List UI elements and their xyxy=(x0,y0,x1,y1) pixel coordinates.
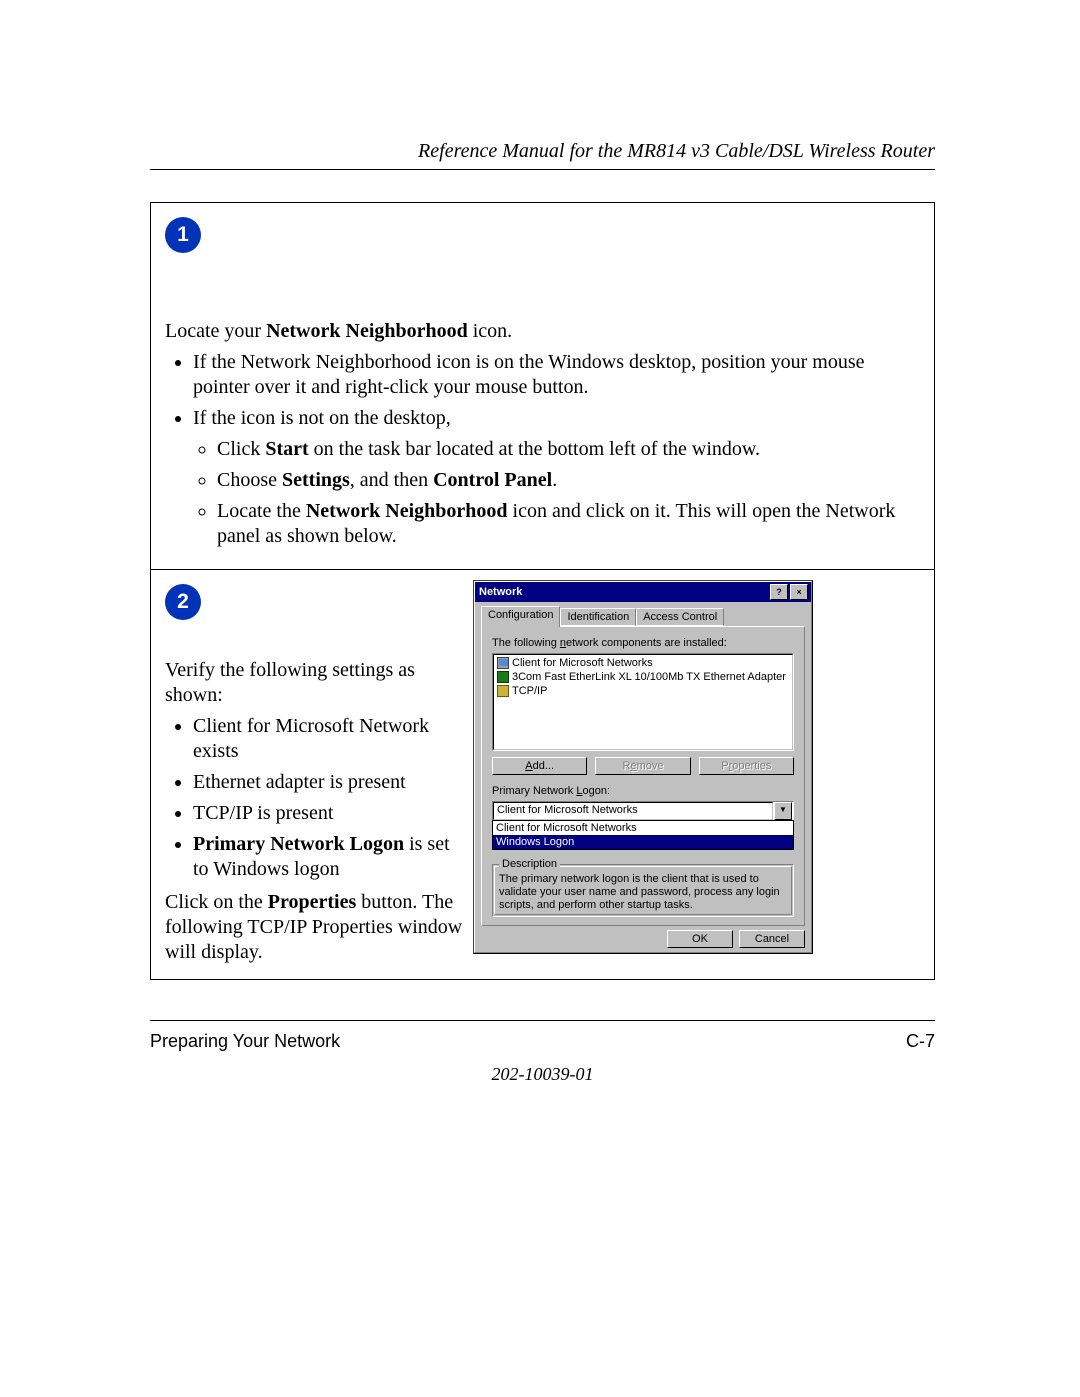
dialog-titlebar[interactable]: Network ? × xyxy=(475,582,811,602)
t-bold: Start xyxy=(265,438,308,460)
step-1-badge: 1 xyxy=(165,217,201,253)
page: Reference Manual for the MR814 v3 Cable/… xyxy=(0,0,1080,1397)
ok-button[interactable]: OK xyxy=(667,930,733,948)
configuration-panel: The following network components are ins… xyxy=(481,626,805,926)
t-bold: Settings xyxy=(282,469,350,491)
t: Choose xyxy=(217,469,282,491)
tab-access-control[interactable]: Access Control xyxy=(636,608,724,626)
list-item: Primary Network Logon is set to Windows … xyxy=(193,832,465,882)
t: Locate the xyxy=(217,500,306,522)
list-item: Choose Settings, and then Control Panel. xyxy=(217,468,920,493)
t: Client for Microsoft Networks xyxy=(512,656,653,670)
list-item: Client for Microsoft Network exists xyxy=(193,714,465,764)
running-header: Reference Manual for the MR814 v3 Cable/… xyxy=(150,140,935,163)
t: The following xyxy=(492,637,560,649)
t: , and then xyxy=(350,469,433,491)
footer-left: Preparing Your Network xyxy=(150,1031,340,1052)
list-item[interactable]: Client for Microsoft Networks xyxy=(495,656,791,670)
t-bold: Control Panel xyxy=(433,469,552,491)
t: dd... xyxy=(533,760,554,772)
dialog-title: Network xyxy=(479,586,522,598)
t-bold: Primary Network Logon xyxy=(193,833,404,855)
footer-right: C-7 xyxy=(906,1031,935,1052)
header-rule xyxy=(150,169,935,170)
step-2-cell: 2 Verify the following settings as shown… xyxy=(151,570,934,979)
network-dialog: Network ? × Configuration Identification… xyxy=(473,580,813,954)
step-2-verify-intro: Verify the following settings as shown: xyxy=(165,658,465,708)
adapter-icon xyxy=(497,671,509,683)
add-button[interactable]: Add... xyxy=(492,757,587,775)
dropdown-option[interactable]: Client for Microsoft Networks xyxy=(493,821,793,835)
t: Click on the xyxy=(165,891,268,913)
t-bold: Network Neighborhood xyxy=(266,320,468,342)
client-icon xyxy=(497,657,509,669)
t-bold: Properties xyxy=(268,891,357,913)
step-1-bullets: If the Network Neighborhood icon is on t… xyxy=(165,350,920,549)
list-item: TCP/IP is present xyxy=(193,801,465,826)
description-group: Description The primary network logon is… xyxy=(492,864,794,917)
step-2-bullets: Client for Microsoft Network exists Ethe… xyxy=(165,714,465,882)
primary-network-logon-combo[interactable]: Client for Microsoft Networks ▼ xyxy=(492,801,794,821)
combo-value: Client for Microsoft Networks xyxy=(493,802,773,820)
t: P xyxy=(721,760,728,772)
t-bold: Network Neighborhood xyxy=(306,500,508,522)
t: move xyxy=(637,760,664,772)
close-icon[interactable]: × xyxy=(790,584,808,600)
dialog-buttons: OK Cancel xyxy=(475,926,811,950)
description-legend: Description xyxy=(499,858,560,871)
list-item: Click Start on the task bar located at t… xyxy=(217,437,920,462)
t: icon. xyxy=(468,320,512,342)
description-text: The primary network logon is the client … xyxy=(499,873,787,912)
tab-identification[interactable]: Identification xyxy=(560,608,636,626)
list-item[interactable]: TCP/IP xyxy=(495,684,791,698)
document-number: 202-10039-01 xyxy=(150,1064,935,1085)
t: 3Com Fast EtherLink XL 10/100Mb TX Ether… xyxy=(512,670,786,684)
protocol-icon xyxy=(497,685,509,697)
chevron-down-icon[interactable]: ▼ xyxy=(774,802,792,820)
component-buttons: Add... Remove Properties xyxy=(492,757,794,775)
properties-button[interactable]: Properties xyxy=(699,757,794,775)
list-item: If the icon is not on the desktop, Click… xyxy=(193,406,920,549)
dropdown-option-selected[interactable]: Windows Logon xyxy=(493,835,793,849)
t: Locate your xyxy=(165,320,266,342)
list-item: Locate the Network Neighborhood icon and… xyxy=(217,499,920,549)
t: . xyxy=(552,469,557,491)
t: etwork components are installed: xyxy=(566,637,727,649)
list-item[interactable]: 3Com Fast EtherLink XL 10/100Mb TX Ether… xyxy=(495,670,791,684)
list-item: If the Network Neighborhood icon is on t… xyxy=(193,350,920,400)
combo-dropdown: Client for Microsoft Networks Windows Lo… xyxy=(492,820,794,850)
step-1-cell: 1 Locate your Network Neighborhood icon.… xyxy=(151,203,934,570)
t: TCP/IP xyxy=(512,684,547,698)
tab-row: Configuration Identification Access Cont… xyxy=(481,606,805,626)
primary-network-logon-label: Primary Network Logon: xyxy=(492,785,794,797)
t: ogon: xyxy=(582,785,610,797)
t: If the icon is not on the desktop, xyxy=(193,407,451,429)
step-2-click-text: Click on the Properties button. The foll… xyxy=(165,890,465,965)
instruction-box: 1 Locate your Network Neighborhood icon.… xyxy=(150,202,935,980)
t: Click xyxy=(217,438,265,460)
help-icon[interactable]: ? xyxy=(770,584,788,600)
step-1-intro: Locate your Network Neighborhood icon. xyxy=(165,319,920,344)
components-listbox[interactable]: Client for Microsoft Networks 3Com Fast … xyxy=(492,653,794,751)
list-item: Ethernet adapter is present xyxy=(193,770,465,795)
t: on the task bar located at the bottom le… xyxy=(309,438,760,460)
page-footer: Preparing Your Network C-7 xyxy=(150,1020,935,1052)
remove-button[interactable]: Remove xyxy=(595,757,690,775)
t-underline: A xyxy=(525,760,532,772)
tab-configuration[interactable]: Configuration xyxy=(481,606,560,627)
step-1-nested-bullets: Click Start on the task bar located at t… xyxy=(193,437,920,549)
t: operties xyxy=(732,760,771,772)
cancel-button[interactable]: Cancel xyxy=(739,930,805,948)
components-label: The following network components are ins… xyxy=(492,637,794,649)
step-2-badge: 2 xyxy=(165,584,201,620)
t: Primary Network xyxy=(492,785,576,797)
